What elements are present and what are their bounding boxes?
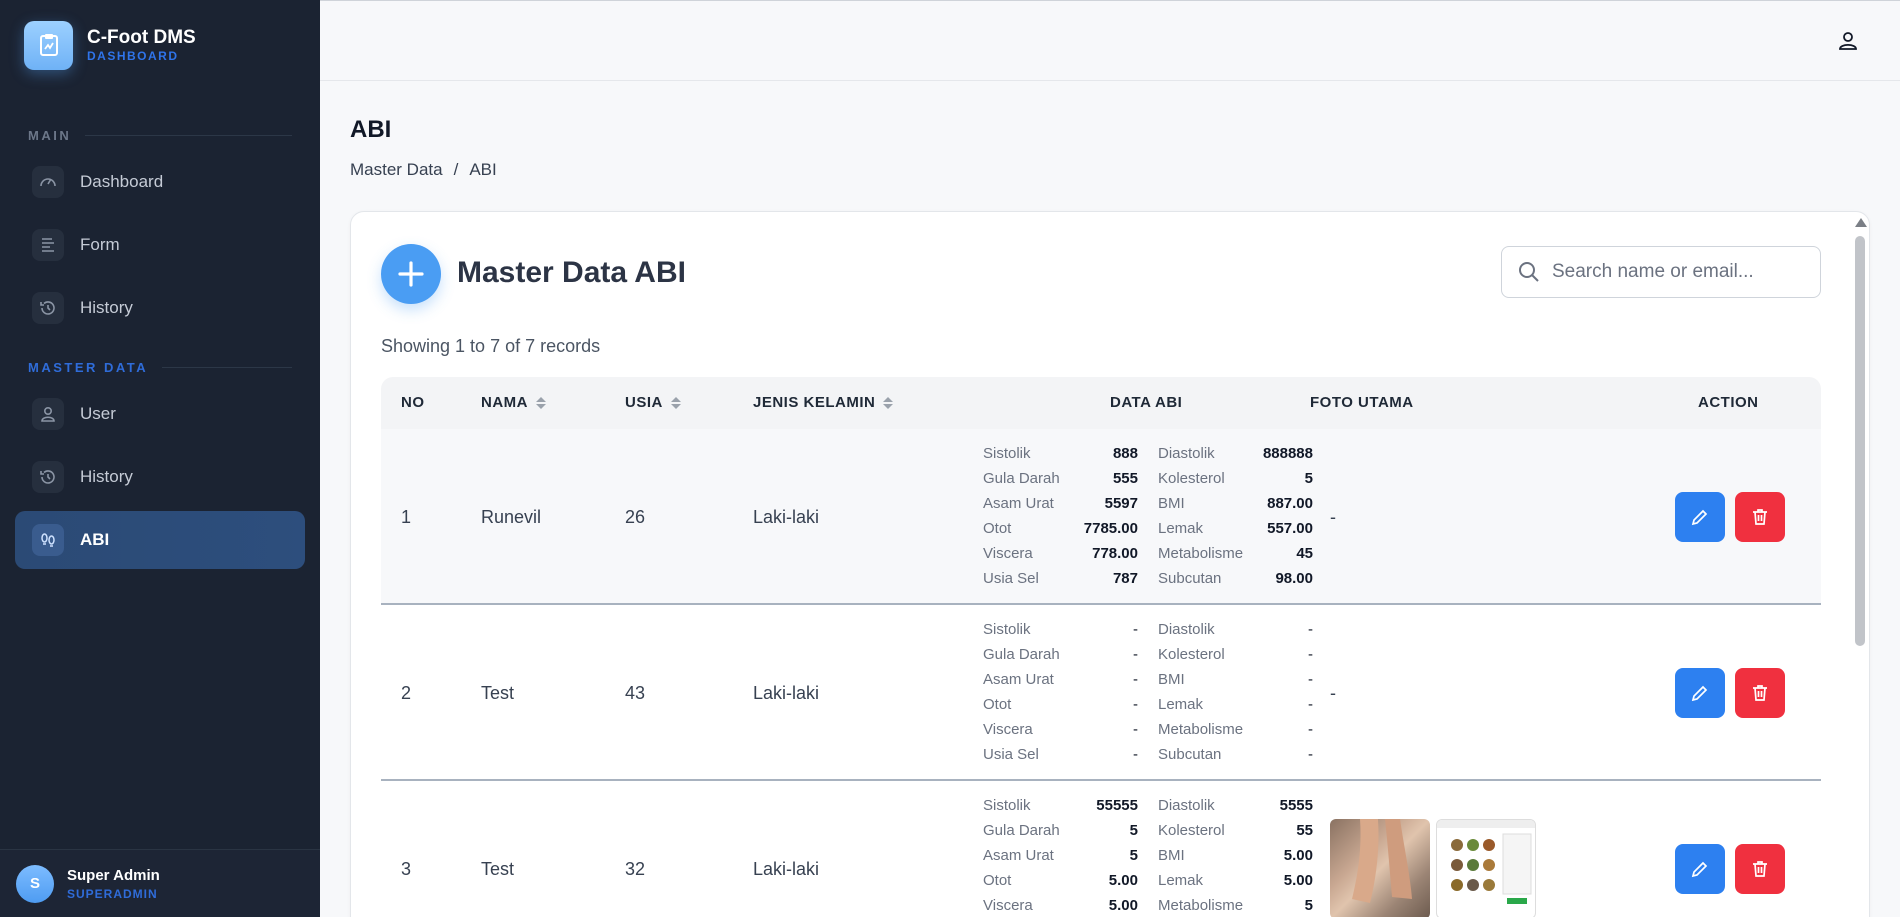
cell-no: 3 xyxy=(401,859,412,879)
search-box xyxy=(1501,246,1821,298)
sidebar-item-dashboard[interactable]: Dashboard xyxy=(15,153,305,211)
scrollbar[interactable] xyxy=(1854,218,1867,917)
header-no: NO xyxy=(401,394,425,411)
cell-jenis-kelamin: Laki-laki xyxy=(753,507,820,527)
avatar: S xyxy=(16,864,54,903)
abi-card: Master Data ABI Showing 1 to 7 of 7 reco… xyxy=(350,211,1870,917)
abi-data: Sistolik - Diastolik - Gula Darah - Kolestero… xyxy=(983,621,1313,763)
search-input[interactable] xyxy=(1552,261,1802,283)
delete-button[interactable] xyxy=(1735,668,1785,718)
scrollbar-thumb[interactable] xyxy=(1855,236,1865,646)
form-icon xyxy=(32,229,64,261)
plus-icon xyxy=(398,261,424,287)
search-icon xyxy=(1519,262,1539,282)
sort-icon xyxy=(670,396,681,409)
header-action: ACTION xyxy=(1698,394,1759,411)
table-row: 1 Runevil 26 Laki-laki Sistolik 888 Diasto… xyxy=(381,429,1821,605)
cell-nama: Test xyxy=(481,859,515,879)
cell-nama: Test xyxy=(481,683,515,703)
history-icon xyxy=(32,461,64,493)
header-jenis-kelamin[interactable]: JENIS KELAMIN xyxy=(753,394,894,411)
cell-jenis-kelamin: Laki-laki xyxy=(753,683,820,703)
table-header: NO NAMA USIA JENIS KELAMIN DATA ABI FOTO… xyxy=(381,377,1821,429)
add-abi-button[interactable] xyxy=(381,244,441,304)
trash-icon xyxy=(1753,861,1767,877)
sidebar: C-Foot DMS DASHBOARD MAIN Dashboard Form… xyxy=(0,0,320,917)
delete-button[interactable] xyxy=(1735,492,1785,542)
sidebar-item-label: ABI xyxy=(80,530,110,549)
brand-title: C-Foot DMS xyxy=(87,26,196,48)
sort-icon xyxy=(536,396,546,409)
scroll-up-icon[interactable] xyxy=(1855,218,1867,227)
trash-icon xyxy=(1753,509,1767,525)
section-label-main: MAIN xyxy=(28,128,292,143)
user-role: SUPERADMIN xyxy=(67,886,158,901)
foot-photo-thumbnail[interactable] xyxy=(1330,819,1430,917)
records-info: Showing 1 to 7 of 7 records xyxy=(381,336,601,356)
cell-foto: - xyxy=(1330,683,1336,703)
sort-icon xyxy=(883,396,894,409)
edit-button[interactable] xyxy=(1675,668,1725,718)
user-icon xyxy=(32,398,64,430)
edit-button[interactable] xyxy=(1675,492,1725,542)
cell-usia: 32 xyxy=(625,859,646,879)
abi-data: Sistolik 55555 Diastolik 5555 Gula Darah 5 Ko… xyxy=(983,797,1313,914)
sidebar-item-user[interactable]: User xyxy=(15,385,305,443)
section-label-master-data: MASTER DATA xyxy=(28,360,292,375)
topbar xyxy=(320,0,1900,81)
abi-data: Sistolik 888 Diastolik 888888 Gula Darah 555… xyxy=(983,445,1313,587)
cell-nama: Runevil xyxy=(481,507,542,527)
breadcrumb-master-data[interactable]: Master Data xyxy=(350,160,443,180)
sidebar-item-label: Form xyxy=(80,235,120,254)
breadcrumb: Master Data / ABI xyxy=(350,160,497,180)
history-icon xyxy=(32,292,64,324)
cell-usia: 43 xyxy=(625,683,646,703)
header-usia[interactable]: USIA xyxy=(625,394,681,411)
cell-no: 2 xyxy=(401,683,412,703)
sidebar-item-form[interactable]: Form xyxy=(15,216,305,274)
pencil-icon xyxy=(1691,861,1708,878)
pencil-icon xyxy=(1691,685,1708,702)
screenshot-photo-thumbnail[interactable] xyxy=(1436,819,1536,917)
footprints-icon xyxy=(32,524,64,556)
table-row: 3 Test 32 Laki-laki Sistolik 55555 Diastol… xyxy=(381,781,1821,917)
cell-no: 1 xyxy=(401,507,412,527)
sidebar-item-abi[interactable]: ABI xyxy=(15,511,305,569)
sidebar-item-label: Dashboard xyxy=(80,172,164,191)
brand-logo-icon xyxy=(24,20,73,70)
sidebar-item-master-history[interactable]: History xyxy=(15,448,305,506)
header-nama[interactable]: NAMA xyxy=(481,394,546,411)
header-data-abi: DATA ABI xyxy=(1110,394,1183,411)
delete-button[interactable] xyxy=(1735,844,1785,894)
user-panel[interactable]: S Super Admin SUPERADMIN xyxy=(0,849,320,917)
breadcrumb-current: ABI xyxy=(469,160,497,179)
cell-usia: 26 xyxy=(625,507,646,527)
gauge-icon xyxy=(32,166,64,198)
sidebar-item-history[interactable]: History xyxy=(15,279,305,337)
card-title: Master Data ABI xyxy=(457,256,686,289)
edit-button[interactable] xyxy=(1675,844,1725,894)
page-title: ABI xyxy=(350,116,392,143)
cell-foto: - xyxy=(1330,507,1336,527)
header-foto-utama: FOTO UTAMA xyxy=(1310,394,1414,411)
brand-subtitle: DASHBOARD xyxy=(87,48,179,63)
sidebar-item-label: User xyxy=(80,404,116,423)
table-row: 2 Test 43 Laki-laki Sistolik - Diastolik - … xyxy=(381,605,1821,781)
user-name: Super Admin xyxy=(67,866,160,884)
breadcrumb-separator: / xyxy=(453,160,459,179)
profile-icon[interactable] xyxy=(1836,29,1860,53)
sidebar-item-label: History xyxy=(80,298,133,317)
trash-icon xyxy=(1753,685,1767,701)
brand[interactable]: C-Foot DMS DASHBOARD xyxy=(24,20,196,70)
sidebar-item-label: History xyxy=(80,467,133,486)
cell-jenis-kelamin: Laki-laki xyxy=(753,859,820,879)
pencil-icon xyxy=(1691,509,1708,526)
